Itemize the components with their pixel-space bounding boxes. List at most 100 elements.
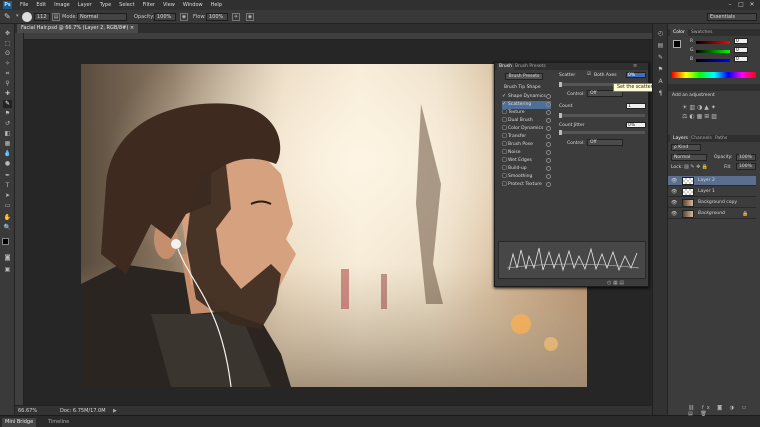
brush-tool-icon[interactable]: ✎ bbox=[3, 100, 12, 108]
list-item[interactable]: □ Noise bbox=[502, 149, 551, 157]
mode-select[interactable]: Normal bbox=[77, 13, 127, 21]
tab-swatches[interactable]: Swatches bbox=[688, 29, 716, 36]
g-field[interactable]: 0 bbox=[734, 47, 748, 53]
lock-icon[interactable] bbox=[546, 158, 551, 163]
checkbox-smoothing[interactable]: □ bbox=[502, 174, 507, 179]
color-spectrum[interactable] bbox=[672, 72, 756, 78]
checkbox-texture[interactable]: □ bbox=[502, 110, 507, 115]
b-field[interactable]: 0 bbox=[734, 56, 748, 62]
lock-icon[interactable] bbox=[546, 126, 551, 131]
checkbox-noise[interactable]: □ bbox=[502, 150, 507, 155]
control2-select[interactable]: Off bbox=[587, 139, 623, 146]
checkbox-color-dynamics[interactable]: □ bbox=[502, 126, 507, 131]
crop-tool-icon[interactable]: ⌗ bbox=[3, 70, 12, 78]
list-item[interactable]: □ Texture bbox=[502, 109, 551, 117]
history-icon[interactable]: ◴ bbox=[656, 30, 665, 38]
zoom-level[interactable]: 66.67% bbox=[18, 408, 37, 414]
status-arrow-icon[interactable]: ▶ bbox=[113, 408, 117, 414]
clone-source-icon[interactable]: ⚑ bbox=[656, 66, 665, 74]
lock-icon[interactable] bbox=[546, 110, 551, 115]
list-item[interactable]: □ Build-up bbox=[502, 165, 551, 173]
tab-channels[interactable]: Channels bbox=[688, 135, 715, 142]
healing-brush-tool-icon[interactable]: ✚ bbox=[3, 90, 12, 98]
clone-stamp-tool-icon[interactable]: ⚑ bbox=[3, 110, 12, 118]
list-item[interactable]: ✓ Scattering bbox=[502, 101, 551, 109]
g-slider[interactable] bbox=[696, 50, 730, 53]
count-jitter-slider[interactable] bbox=[559, 130, 645, 135]
menu-window[interactable]: Window bbox=[183, 2, 203, 8]
checkbox-build-up[interactable]: □ bbox=[502, 166, 507, 171]
list-item[interactable]: □ Smoothing bbox=[502, 173, 551, 181]
visibility-eye-icon[interactable]: 👁 bbox=[671, 176, 677, 186]
list-item[interactable]: ✓ Shape Dynamics bbox=[502, 93, 551, 101]
move-tool-icon[interactable]: ✥ bbox=[3, 30, 12, 38]
blend-mode-select[interactable]: Normal bbox=[671, 154, 707, 161]
list-item[interactable]: □ Wet Edges bbox=[502, 157, 551, 165]
checkbox-scattering[interactable]: ✓ bbox=[502, 102, 506, 107]
menu-image[interactable]: Image bbox=[54, 2, 70, 8]
menu-filter[interactable]: Filter bbox=[143, 2, 155, 8]
menu-view[interactable]: View bbox=[163, 2, 175, 8]
panel-menu-icon[interactable]: ≡ bbox=[633, 63, 637, 70]
brush-tool-icon[interactable]: ✎ bbox=[4, 12, 14, 22]
tab-brush[interactable]: Brush bbox=[497, 63, 514, 70]
quick-mask-icon[interactable]: ◙ bbox=[3, 254, 12, 262]
hand-tool-icon[interactable]: ✋ bbox=[3, 214, 12, 222]
brush-size-field[interactable]: 112 bbox=[34, 13, 50, 21]
menu-select[interactable]: Select bbox=[119, 2, 134, 8]
gradient-tool-icon[interactable]: ▦ bbox=[3, 140, 12, 148]
lock-icon[interactable] bbox=[546, 118, 551, 123]
menu-help[interactable]: Help bbox=[211, 2, 222, 8]
layer-row[interactable]: 👁 Background 🔒 bbox=[668, 209, 756, 219]
both-axes-checkbox[interactable]: ☑ bbox=[587, 72, 591, 77]
maximize-button[interactable]: □ bbox=[737, 1, 745, 8]
list-item[interactable]: □ Transfer bbox=[502, 133, 551, 141]
character-icon[interactable]: A bbox=[656, 78, 665, 86]
brush-icon[interactable]: ✎ bbox=[656, 54, 665, 62]
layers-footer-icons[interactable]: ⛓ fx ◙ ◑ ▭ ▤ 🗑 bbox=[688, 405, 758, 417]
screen-mode-icon[interactable]: ▣ bbox=[3, 266, 12, 274]
close-button[interactable]: ✕ bbox=[748, 1, 756, 8]
blur-tool-icon[interactable]: 💧 bbox=[3, 150, 12, 158]
lock-icon[interactable] bbox=[546, 102, 551, 107]
close-tab-icon[interactable]: × bbox=[130, 25, 134, 31]
eraser-tool-icon[interactable]: ◧ bbox=[3, 130, 12, 138]
minimize-button[interactable]: – bbox=[726, 1, 734, 8]
visibility-eye-icon[interactable]: 👁 bbox=[671, 187, 677, 197]
path-select-tool-icon[interactable]: ➤ bbox=[3, 192, 12, 200]
document-tab[interactable]: Facial Hair.psd @ 66.7% (Layer 2, RGB/8#… bbox=[17, 24, 139, 33]
flow-field[interactable]: 100% bbox=[206, 13, 228, 21]
properties-icon[interactable]: ▤ bbox=[656, 42, 665, 50]
layer-row[interactable]: 👁 Background copy bbox=[668, 198, 756, 208]
list-item[interactable]: □ Protect Texture bbox=[502, 181, 551, 189]
scatter-field[interactable]: 0% bbox=[626, 72, 646, 78]
menu-file[interactable]: File bbox=[20, 2, 28, 8]
lock-icon[interactable] bbox=[546, 94, 551, 99]
layer-row[interactable]: 👁 Layer 1 bbox=[668, 187, 756, 197]
shape-tool-icon[interactable]: ▭ bbox=[3, 202, 12, 210]
lock-icon[interactable] bbox=[546, 166, 551, 171]
quick-select-tool-icon[interactable]: ✧ bbox=[3, 60, 12, 68]
paragraph-icon[interactable]: ¶ bbox=[656, 90, 665, 98]
b-slider[interactable] bbox=[696, 59, 730, 62]
lasso-tool-icon[interactable]: ʘ bbox=[3, 50, 12, 58]
tool-preset-arrow-icon[interactable]: ▾ bbox=[16, 13, 20, 21]
fill-field[interactable]: 100% bbox=[736, 163, 756, 170]
lock-icons[interactable]: ▨ ✎ ✥ 🔒 bbox=[684, 164, 708, 170]
lock-icon[interactable] bbox=[546, 182, 551, 187]
dodge-tool-icon[interactable]: ● bbox=[3, 160, 12, 168]
history-brush-tool-icon[interactable]: ↺ bbox=[3, 120, 12, 128]
r-field[interactable]: 0 bbox=[734, 38, 748, 44]
tab-paths[interactable]: Paths bbox=[712, 135, 730, 142]
workspace-select[interactable]: Essentials bbox=[707, 13, 757, 21]
layer-row[interactable]: 👁 Layer 2 bbox=[668, 176, 756, 186]
tab-brush-presets[interactable]: Brush Presets bbox=[515, 63, 546, 70]
pressure-opacity-icon[interactable]: ◉ bbox=[180, 13, 188, 21]
lock-icon[interactable] bbox=[546, 174, 551, 179]
count-jitter-slider-thumb[interactable] bbox=[559, 130, 562, 135]
tab-timeline[interactable]: Timeline bbox=[45, 418, 72, 427]
zoom-tool-icon[interactable]: 🔍 bbox=[3, 224, 12, 232]
lock-icon[interactable] bbox=[546, 150, 551, 155]
brush-preview-icon[interactable] bbox=[22, 12, 32, 22]
checkbox-dual-brush[interactable]: □ bbox=[502, 118, 507, 123]
